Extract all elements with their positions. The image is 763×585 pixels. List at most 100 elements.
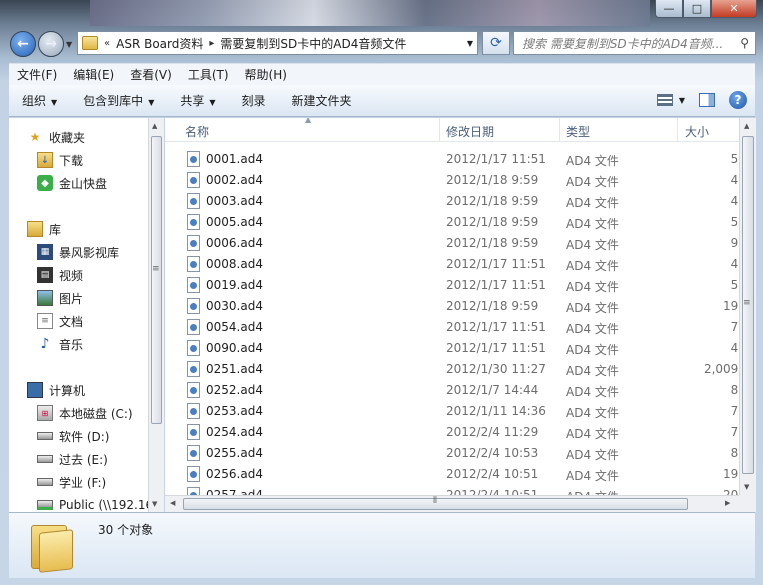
view-dropdown-icon[interactable]: ▼: [679, 96, 685, 105]
menu-file[interactable]: 文件(F): [9, 66, 65, 83]
sidebar-item-pictures[interactable]: 图片: [37, 288, 83, 308]
scroll-up-icon[interactable]: ▲: [744, 122, 749, 130]
sidebar-item-videos[interactable]: ▤ 视频: [37, 265, 83, 285]
navigation-scrollbar[interactable]: ▲ ≡ ▼: [148, 118, 164, 512]
sidebar-item-music[interactable]: ♪ 音乐: [37, 334, 83, 354]
file-list-vertical-scrollbar[interactable]: ▲ ≡ ▼: [739, 118, 756, 495]
file-row[interactable]: 0003.ad42012/1/18 9:59AD4 文件4 K: [165, 191, 755, 212]
menu-edit[interactable]: 编辑(E): [65, 66, 122, 83]
column-headers: ▲ 名称 修改日期 类型 大小: [165, 118, 755, 142]
back-button[interactable]: ←: [10, 31, 36, 57]
file-row[interactable]: 0002.ad42012/1/18 9:59AD4 文件4 K: [165, 170, 755, 191]
file-row[interactable]: 0030.ad4 2012/1/18 9:59 AD4 文件 19 K: [165, 296, 755, 317]
column-divider[interactable]: [439, 118, 440, 142]
sidebar-libraries[interactable]: 库: [27, 219, 61, 239]
menu-tools[interactable]: 工具(T): [180, 66, 237, 83]
ad4-file-icon: [187, 445, 200, 461]
breadcrumb-separator-icon[interactable]: ▸: [209, 38, 214, 49]
scroll-left-icon[interactable]: ◀: [170, 499, 175, 507]
menu-help[interactable]: 帮助(H): [237, 66, 295, 83]
file-type: AD4 文件: [566, 427, 619, 441]
scrollbar-thumb[interactable]: [151, 136, 162, 424]
include-in-library-button[interactable]: 包含到库中 ▼: [70, 92, 167, 109]
sidebar-favorites[interactable]: ★ 收藏夹: [27, 127, 85, 147]
file-list-horizontal-scrollbar[interactable]: ◀ ⦀ ▶: [165, 495, 739, 512]
menu-view[interactable]: 查看(V): [122, 66, 180, 83]
burn-button[interactable]: 刻录: [229, 92, 279, 109]
toolbar-right-group: ▼ ?: [656, 91, 747, 109]
file-list: ▲ 名称 修改日期 类型 大小 0001.ad4 2012/1/17 11:51 A…: [165, 118, 755, 495]
sidebar-item-drive-d[interactable]: 软件 (D:): [37, 426, 109, 446]
file-row[interactable]: 0251.ad4 2012/1/30 11:27 AD4 文件 2,009 K: [165, 359, 755, 380]
file-row[interactable]: 0253.ad42012/1/11 14:36AD4 文件7 K: [165, 401, 755, 422]
file-name: 0006.ad4: [206, 236, 263, 250]
recent-pages-dropdown-icon[interactable]: ▼: [66, 40, 72, 49]
scroll-down-icon[interactable]: ▼: [152, 500, 157, 508]
address-bar[interactable]: « ASR Board资料 ▸ 需要复制到SD卡中的AD4音频文件 ▼: [77, 31, 478, 55]
file-name: 0254.ad4: [206, 425, 263, 439]
breadcrumb-overflow[interactable]: «: [104, 38, 110, 49]
sidebar-item-drive-f[interactable]: 学业 (F:): [37, 472, 106, 492]
close-button[interactable]: ✕: [711, 0, 757, 18]
file-row[interactable]: 0252.ad42012/1/7 14:44AD4 文件8 K: [165, 380, 755, 401]
new-folder-button[interactable]: 新建文件夹: [279, 92, 365, 109]
file-row[interactable]: 0090.ad42012/1/17 11:51AD4 文件4 K: [165, 338, 755, 359]
help-icon[interactable]: ?: [729, 91, 747, 109]
file-row[interactable]: 0255.ad42012/2/4 10:53AD4 文件8 K: [165, 443, 755, 464]
file-type: AD4 文件: [566, 301, 619, 315]
column-header-size[interactable]: 大小: [685, 123, 709, 140]
sidebar-item-kuaipan[interactable]: ◆ 金山快盘: [37, 173, 107, 193]
file-row[interactable]: 0001.ad42012/1/17 11:51AD4 文件5 K: [165, 149, 755, 170]
breadcrumb-current-folder[interactable]: 需要复制到SD卡中的AD4音频文件: [220, 35, 406, 52]
sidebar-item-drive-c[interactable]: ⊞ 本地磁盘 (C:): [37, 403, 133, 423]
view-options-icon[interactable]: [656, 94, 673, 106]
file-row[interactable]: 0019.ad42012/1/17 11:51AD4 文件5 K: [165, 275, 755, 296]
sidebar-favorites-label: 收藏夹: [49, 130, 86, 145]
scroll-down-icon[interactable]: ▼: [744, 483, 749, 491]
scroll-right-icon[interactable]: ▶: [725, 499, 730, 507]
maximize-button[interactable]: □: [683, 0, 711, 18]
minimize-button[interactable]: —: [655, 0, 683, 18]
column-divider[interactable]: [559, 118, 560, 142]
file-row[interactable]: 0257.ad42012/2/4 10:51AD4 文件20 K: [165, 485, 755, 495]
file-date: 2012/1/18 9:59: [446, 236, 539, 250]
sidebar-item-network-public[interactable]: Public (\\192.16: [37, 495, 148, 512]
search-icon[interactable]: ⚲: [740, 36, 749, 50]
ad4-file-icon: [187, 172, 200, 188]
column-header-name[interactable]: 名称: [185, 123, 209, 140]
preview-pane-icon[interactable]: [699, 93, 715, 107]
sidebar-item-drive-e[interactable]: 过去 (E:): [37, 449, 108, 469]
file-name: 0008.ad4: [206, 257, 263, 271]
navigation-bar: ← → ▼ « ASR Board资料 ▸ 需要复制到SD卡中的AD4音频文件 …: [0, 28, 763, 60]
column-divider[interactable]: [677, 118, 678, 142]
column-header-date[interactable]: 修改日期: [446, 123, 494, 140]
file-row[interactable]: 0256.ad4 2012/2/4 10:51 AD4 文件 19 K: [165, 464, 755, 485]
grip-icon: ≡: [152, 264, 160, 274]
file-row[interactable]: 0054.ad42012/1/17 11:51AD4 文件7 K: [165, 317, 755, 338]
address-dropdown-icon[interactable]: ▼: [467, 39, 473, 48]
organize-button[interactable]: 组织 ▼: [9, 92, 70, 109]
forward-button[interactable]: →: [38, 31, 64, 57]
breadcrumb-asr-board[interactable]: ASR Board资料: [116, 35, 203, 52]
file-row[interactable]: 0008.ad42012/1/17 11:51AD4 文件4 K: [165, 254, 755, 275]
file-type: AD4 文件: [566, 238, 619, 252]
file-type: AD4 文件: [566, 259, 619, 273]
sidebar-item-label: 文档: [59, 314, 84, 329]
scroll-up-icon[interactable]: ▲: [152, 122, 157, 130]
sidebar-item-downloads[interactable]: ↓ 下载: [37, 150, 83, 170]
sidebar-item-documents[interactable]: ≡ 文档: [37, 311, 83, 331]
file-row[interactable]: 0254.ad42012/2/4 11:29AD4 文件7 K: [165, 422, 755, 443]
ad4-file-icon: [187, 151, 200, 167]
sidebar-item-label: 暴风影视库: [59, 245, 120, 260]
sidebar-computer[interactable]: 计算机: [27, 380, 85, 400]
share-button[interactable]: 共享 ▼: [167, 92, 228, 109]
file-name: 0256.ad4: [206, 467, 263, 481]
film-icon: ▤: [37, 267, 53, 283]
file-row[interactable]: 0005.ad42012/1/18 9:59AD4 文件5 K: [165, 212, 755, 233]
column-header-type[interactable]: 类型: [566, 123, 590, 140]
sidebar-item-baofeng[interactable]: ▦ 暴风影视库: [37, 242, 119, 262]
search-input[interactable]: 搜索 需要复制到SD卡中的AD4音频... ⚲: [513, 31, 756, 55]
file-type: AD4 文件: [566, 343, 619, 357]
file-row[interactable]: 0006.ad42012/1/18 9:59AD4 文件9 K: [165, 233, 755, 254]
refresh-button[interactable]: ⟳: [482, 31, 510, 55]
